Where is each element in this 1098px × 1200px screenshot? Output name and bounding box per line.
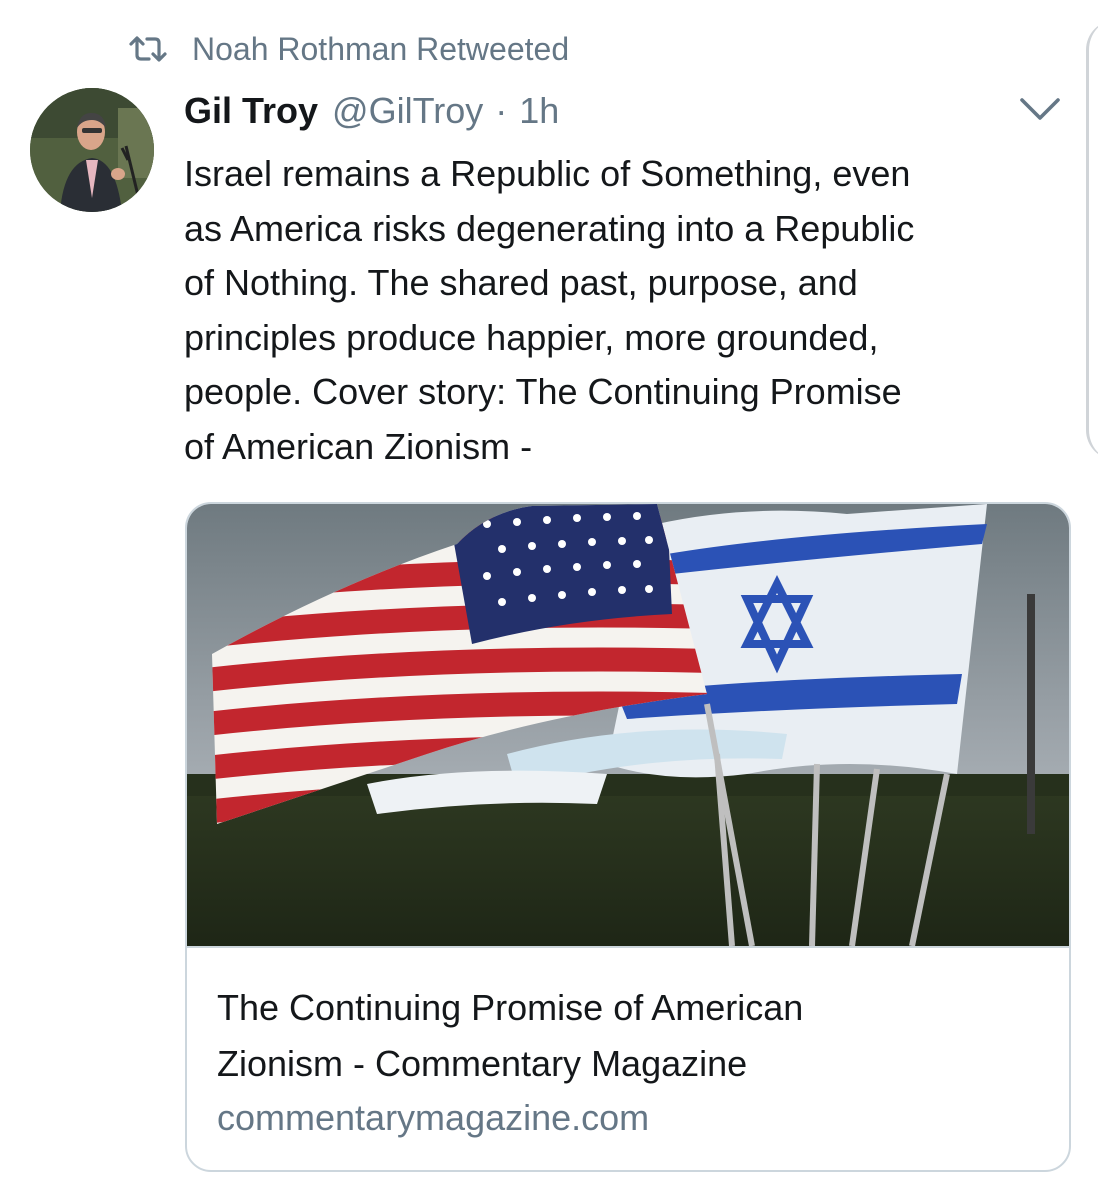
card-domain[interactable]: commentarymagazine.com (217, 1093, 649, 1143)
avatar[interactable] (30, 88, 154, 212)
scrollbar-edge (1086, 20, 1098, 460)
tweet-text-line: people. Cover story: The Continuing Prom… (184, 371, 902, 413)
card-image[interactable] (187, 504, 1069, 946)
chevron-down-icon[interactable] (1016, 92, 1064, 126)
avatar-photo (30, 88, 154, 212)
card-title-line: The Continuing Promise of American (217, 987, 804, 1028)
tweet-timestamp[interactable]: 1h (519, 90, 559, 132)
author-handle[interactable]: @GilTroy (332, 90, 483, 132)
tweet-text-line: principles produce happier, more grounde… (184, 316, 879, 358)
author-name[interactable]: Gil Troy (184, 90, 318, 132)
tweet-text: Israel remains a Republic of Something, … (184, 147, 1064, 475)
retweet-label: Noah Rothman Retweeted (192, 30, 570, 67)
tweet-text-line: of American Zionism - (184, 425, 533, 467)
tweet-text-line: as America risks degenerating into a Rep… (184, 207, 915, 249)
tweet-header: Gil Troy @GilTroy · 1h (184, 84, 559, 138)
card-divider (187, 946, 1069, 948)
tweet-text-line: Israel remains a Republic of Something, … (184, 153, 911, 194)
link-card[interactable]: The Continuing Promise of American Zioni… (185, 502, 1071, 1172)
retweet-context[interactable]: Noah Rothman Retweeted (128, 26, 569, 72)
retweet-icon (129, 36, 167, 62)
separator-dot: · (495, 90, 508, 131)
card-title-line: Zionism - Commentary Magazine (217, 1043, 748, 1084)
card-title[interactable]: The Continuing Promise of American Zioni… (217, 980, 1047, 1092)
tweet-text-line: of Nothing. The shared past, purpose, an… (184, 262, 858, 304)
